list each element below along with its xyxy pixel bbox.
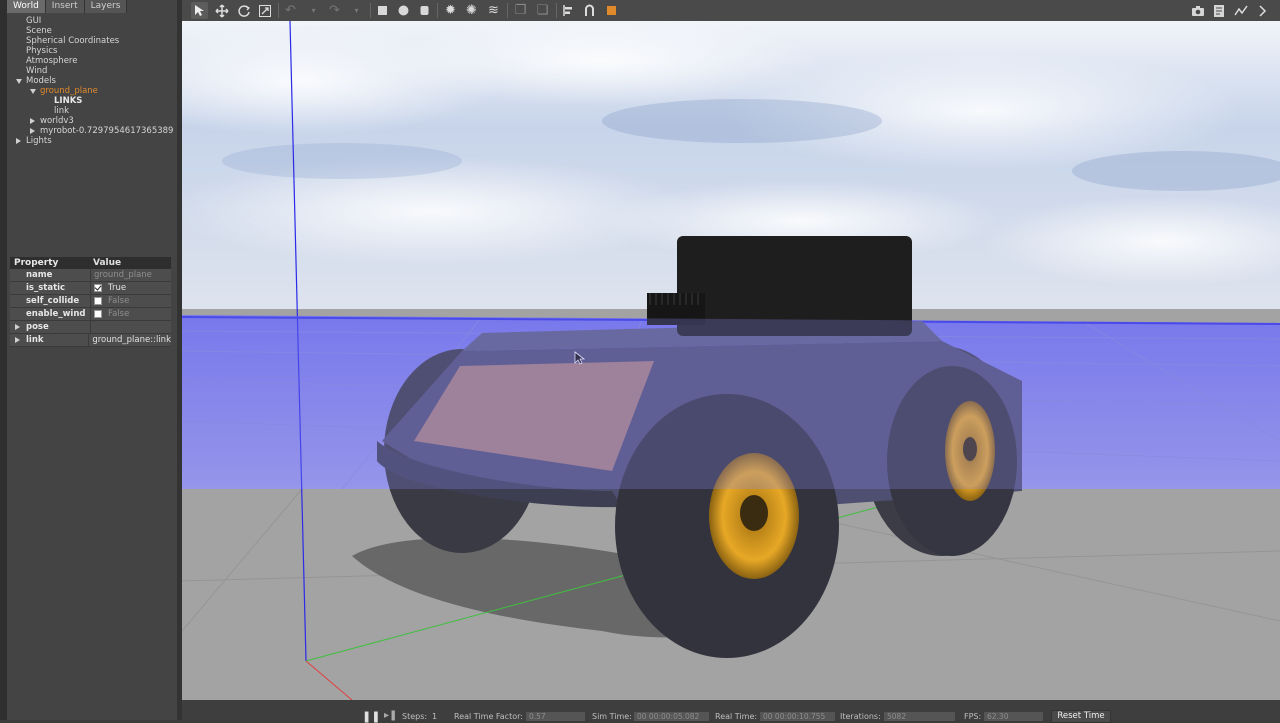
color-icon[interactable] bbox=[603, 2, 620, 19]
expand-right-icon[interactable] bbox=[15, 337, 20, 343]
rotate-icon[interactable] bbox=[235, 2, 252, 19]
undo-history-icon[interactable]: ▾ bbox=[305, 2, 322, 19]
property-name: self_collide bbox=[26, 296, 80, 306]
property-header-value: Value bbox=[93, 258, 122, 268]
pause-icon[interactable]: ❚❚ bbox=[362, 710, 380, 723]
toolbar: ↶ ▾ ↷ ▾ ✹ ✺ ≋ ❐ ❏ bbox=[182, 0, 1280, 21]
property-header: Property Value bbox=[10, 257, 171, 269]
property-name: is_static bbox=[26, 283, 66, 293]
expand-right-icon[interactable] bbox=[30, 118, 35, 124]
tab-insert[interactable]: Insert bbox=[45, 0, 85, 13]
property-row[interactable]: self_collide False bbox=[10, 295, 171, 308]
property-value: False bbox=[108, 309, 130, 319]
translate-icon[interactable] bbox=[213, 2, 230, 19]
paste-icon[interactable]: ❏ bbox=[534, 2, 551, 19]
tree-item[interactable]: myrobot-0.7297954617365389 bbox=[7, 126, 177, 136]
property-name: name bbox=[26, 270, 53, 280]
redo-icon[interactable]: ↷ bbox=[326, 2, 343, 19]
tree-item-label: link bbox=[54, 106, 70, 116]
property-name: link bbox=[26, 335, 44, 345]
box-icon[interactable] bbox=[374, 2, 391, 19]
bottom-bar: ❚❚ ▸❚ Steps: 1 Real Time Factor: 0.57 Si… bbox=[182, 700, 1280, 723]
tree-item[interactable]: ground_plane bbox=[7, 86, 177, 96]
property-checkbox[interactable] bbox=[94, 297, 102, 305]
log-icon[interactable] bbox=[1210, 2, 1227, 19]
3d-viewport[interactable] bbox=[182, 21, 1280, 700]
expand-right-icon[interactable] bbox=[16, 138, 21, 144]
property-header-name: Property bbox=[14, 258, 59, 268]
property-value[interactable]: ground_plane bbox=[94, 269, 152, 281]
tab-layers[interactable]: Layers bbox=[84, 0, 128, 13]
undo-icon[interactable]: ↶ bbox=[282, 2, 299, 19]
tree-item-label: Physics bbox=[26, 46, 58, 56]
tree-item[interactable]: Wind bbox=[7, 66, 177, 76]
tree-item-label: LINKS bbox=[54, 96, 83, 106]
step-icon[interactable]: ▸❚ bbox=[384, 710, 397, 721]
property-row[interactable]: enable_wind False bbox=[10, 308, 171, 321]
more-icon[interactable] bbox=[1254, 2, 1271, 19]
property-value: True bbox=[108, 283, 127, 293]
sphere-icon[interactable] bbox=[395, 2, 412, 19]
property-row[interactable]: pose bbox=[10, 321, 171, 334]
redo-history-icon[interactable]: ▾ bbox=[348, 2, 365, 19]
align-icon[interactable] bbox=[560, 2, 577, 19]
expand-down-icon[interactable] bbox=[16, 79, 22, 84]
tree-item-label: Wind bbox=[26, 66, 48, 76]
tab-world[interactable]: World bbox=[7, 0, 46, 13]
tree-item[interactable]: Atmosphere bbox=[7, 56, 177, 66]
expand-right-icon[interactable] bbox=[15, 324, 20, 330]
tree-item[interactable]: worldv3 bbox=[7, 116, 177, 126]
select-arrow-icon[interactable] bbox=[191, 2, 208, 19]
tree-item-label: Models bbox=[26, 76, 56, 86]
property-name: pose bbox=[26, 322, 49, 332]
scale-icon[interactable] bbox=[256, 2, 273, 19]
property-row[interactable]: is_static True bbox=[10, 282, 171, 295]
screenshot-icon[interactable] bbox=[1189, 2, 1206, 19]
tree-item-label: Spherical Coordinates bbox=[26, 36, 120, 46]
property-value: ground_plane::link bbox=[92, 335, 171, 345]
tree-item[interactable]: LINKS bbox=[7, 96, 177, 106]
tree-item-label: GUI bbox=[26, 16, 42, 26]
spot-light-icon[interactable]: ✺ bbox=[463, 2, 480, 19]
property-value: False bbox=[108, 296, 130, 306]
world-tree: GUI Scene Spherical Coordinates Physics Atmo… bbox=[7, 16, 177, 146]
left-panel-edge bbox=[0, 0, 7, 720]
property-name: enable_wind bbox=[26, 309, 86, 319]
tree-item[interactable]: Lights bbox=[7, 136, 177, 146]
property-table: Property Value name ground_plane is_static… bbox=[10, 257, 171, 347]
tree-item-label: worldv3 bbox=[40, 116, 74, 126]
property-row[interactable]: name ground_plane bbox=[10, 269, 171, 282]
tree-item-label: Atmosphere bbox=[26, 56, 78, 66]
tree-item-label: myrobot-0.7297954617365389 bbox=[40, 126, 174, 136]
plot-icon[interactable] bbox=[1232, 2, 1249, 19]
tree-item[interactable]: Scene bbox=[7, 26, 177, 36]
directional-light-icon[interactable]: ≋ bbox=[485, 2, 502, 19]
tree-item-label: ground_plane bbox=[40, 86, 98, 96]
tree-item[interactable]: GUI bbox=[7, 16, 177, 26]
copy-icon[interactable]: ❐ bbox=[512, 2, 529, 19]
property-row[interactable]: link ground_plane::link bbox=[10, 334, 171, 347]
property-checkbox[interactable] bbox=[94, 310, 102, 318]
expand-down-icon[interactable] bbox=[30, 89, 36, 94]
tree-item[interactable]: Physics bbox=[7, 46, 177, 56]
tree-item[interactable]: Models bbox=[7, 76, 177, 86]
tree-item-label: Scene bbox=[26, 26, 52, 36]
property-checkbox[interactable] bbox=[94, 284, 102, 292]
panel-tabs: World Insert Layers bbox=[7, 0, 177, 13]
reset-time-button[interactable]: Reset Time bbox=[1051, 710, 1111, 723]
expand-right-icon[interactable] bbox=[30, 128, 35, 134]
point-light-icon[interactable]: ✹ bbox=[442, 2, 459, 19]
tree-item-label: Lights bbox=[26, 136, 52, 146]
snap-icon[interactable] bbox=[581, 2, 598, 19]
tree-item[interactable]: link bbox=[7, 106, 177, 116]
cylinder-icon[interactable] bbox=[416, 2, 433, 19]
tree-item[interactable]: Spherical Coordinates bbox=[7, 36, 177, 46]
